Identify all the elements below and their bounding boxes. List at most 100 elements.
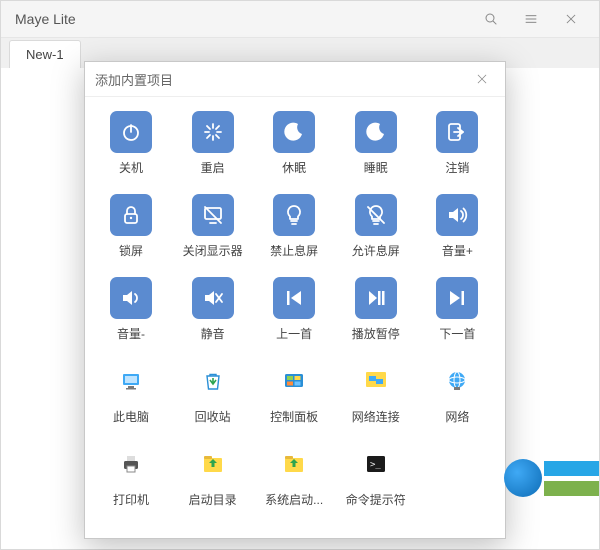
item-bulb-off[interactable]: 允许息屏 [338,194,414,259]
item-icon-wrap [436,277,478,319]
item-icon-wrap [192,111,234,153]
item-thispc[interactable]: 此电脑 [93,360,169,425]
item-icon-wrap [110,443,152,485]
item-label: 命令提示符 [346,491,406,508]
lock-icon [119,203,143,227]
search-icon [483,11,499,27]
item-icon-wrap [436,194,478,236]
next-icon [445,286,469,310]
item-icon-wrap [192,194,234,236]
add-builtin-dialog: 添加内置项目 关机重启休眠睡眠注销锁屏关闭显示器禁止息屏允许息屏音量+音量-静音… [84,61,506,539]
menu-button[interactable] [511,1,551,37]
item-label: 上一首 [276,325,312,342]
item-next[interactable]: 下一首 [419,277,495,342]
close-icon [475,72,489,86]
dialog-body: 关机重启 休眠 睡眠 注销锁屏 关闭显示器 禁止息屏 允许息屏 音量+ 音量- 静音上一首 播放暂停… [85,97,505,522]
item-power[interactable]: 关机 [93,111,169,176]
item-label: 锁屏 [119,242,143,259]
item-moon[interactable]: 休眠 [256,111,332,176]
item-label: 启动目录 [189,491,237,508]
item-monitor-off[interactable]: 关闭显示器 [175,194,251,259]
item-logout[interactable]: 注销 [419,111,495,176]
item-icon-wrap [192,277,234,319]
search-button[interactable] [471,1,511,37]
item-label: 禁止息屏 [270,242,318,259]
item-cpanel[interactable]: 控制面板 [256,360,332,425]
svg-text:>_: >_ [370,460,381,470]
item-icon-wrap [355,194,397,236]
prev-icon [282,286,306,310]
item-label: 播放暂停 [352,325,400,342]
item-label: 休眠 [282,159,306,176]
item-recycle[interactable]: 回收站 [175,360,251,425]
item-label: 网络 [445,408,469,425]
item-network[interactable]: 网络 [419,360,495,425]
item-icon-wrap [273,360,315,402]
item-mute[interactable]: 静音 [175,277,251,342]
item-icon-wrap [192,360,234,402]
item-label: 系统启动... [265,491,323,508]
item-icon-wrap [436,111,478,153]
netconn-icon [364,369,388,393]
tab-new-1[interactable]: New-1 [9,40,81,68]
moon-icon [282,120,306,144]
playpause-icon [364,286,388,310]
item-label: 关闭显示器 [183,242,243,259]
item-icon-wrap [110,360,152,402]
item-label: 音量- [117,325,145,342]
item-netconn[interactable]: 网络连接 [338,360,414,425]
item-icon-wrap [110,111,152,153]
item-icon-wrap [273,194,315,236]
bulb-off-icon [364,203,388,227]
logout-icon [445,120,469,144]
startup-icon [282,452,306,476]
item-icon-wrap [355,277,397,319]
cpanel-icon [282,369,306,393]
item-vol-down[interactable]: 音量- [93,277,169,342]
item-icon-wrap [273,111,315,153]
item-bulb[interactable]: 禁止息屏 [256,194,332,259]
item-vol-up[interactable]: 音量+ [419,194,495,259]
item-icon-wrap [273,443,315,485]
item-label: 允许息屏 [352,242,400,259]
item-moon[interactable]: 睡眠 [338,111,414,176]
item-icon-wrap [110,277,152,319]
vol-up-icon [445,203,469,227]
mute-icon [201,286,225,310]
item-label: 打印机 [113,491,149,508]
item-lock[interactable]: 锁屏 [93,194,169,259]
item-icon-wrap [355,111,397,153]
recycle-icon [201,369,225,393]
printer-icon [119,452,143,476]
item-printer[interactable]: 打印机 [93,443,169,508]
restart-icon [201,120,225,144]
item-restart[interactable]: 重启 [175,111,251,176]
item-label: 睡眠 [364,159,388,176]
item-icon-wrap [192,443,234,485]
item-startup[interactable]: 启动目录 [175,443,251,508]
network-icon [445,369,469,393]
monitor-off-icon [201,203,225,227]
startup-icon [201,452,225,476]
app-title: Maye Lite [9,11,471,27]
item-prev[interactable]: 上一首 [256,277,332,342]
item-startup[interactable]: 系统启动... [256,443,332,508]
titlebar: Maye Lite [1,1,599,38]
item-playpause[interactable]: 播放暂停 [338,277,414,342]
item-label: 回收站 [195,408,231,425]
cmd-icon: >_ [364,452,388,476]
item-label: 音量+ [442,242,473,259]
power-icon [119,120,143,144]
items-grid: 关机重启 休眠 睡眠 注销锁屏 关闭显示器 禁止息屏 允许息屏 音量+ 音量- 静音上一首 播放暂停… [93,111,497,508]
menu-icon [523,11,539,27]
item-label: 下一首 [439,325,475,342]
item-icon-wrap: >_ [355,443,397,485]
item-label: 此电脑 [113,408,149,425]
item-label: 重启 [201,159,225,176]
dialog-close-button[interactable] [469,66,495,92]
thispc-icon [119,369,143,393]
window-close-button[interactable] [551,1,591,37]
item-cmd[interactable]: >_ 命令提示符 [338,443,414,508]
item-label: 注销 [445,159,469,176]
item-icon-wrap [436,360,478,402]
